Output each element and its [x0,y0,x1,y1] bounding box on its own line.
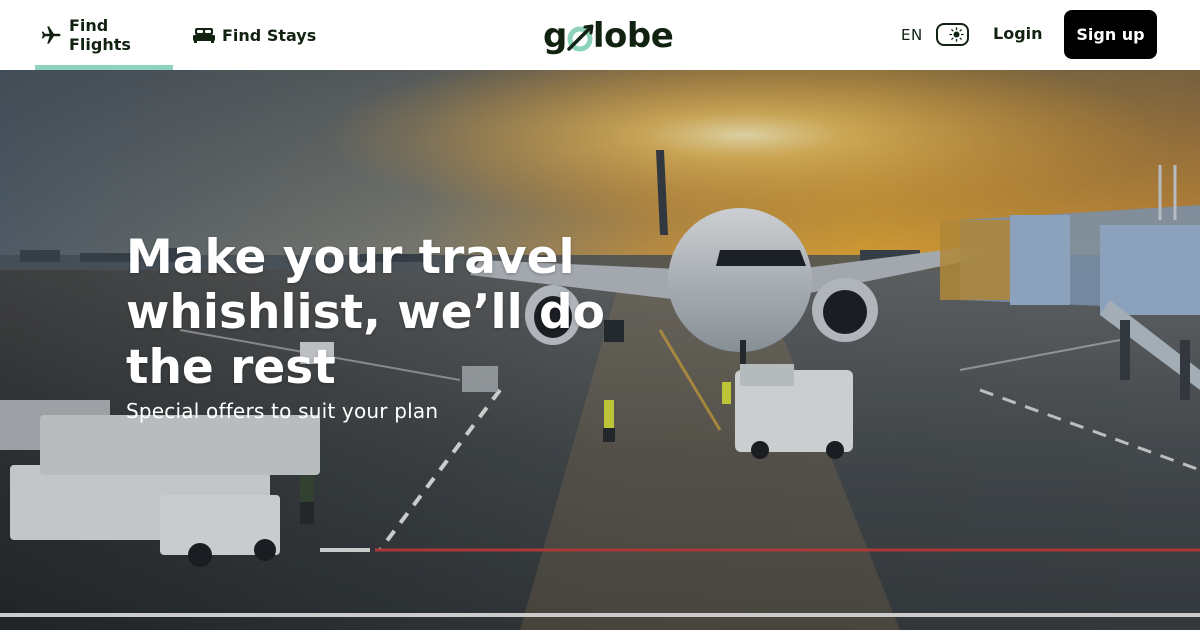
tab-find-flights[interactable]: Find Flights [35,0,173,70]
tab-find-stays-label: Find Stays [222,25,317,45]
signup-button[interactable]: Sign up [1064,10,1157,59]
login-link[interactable]: Login [993,24,1043,43]
language-selector[interactable]: EN [901,26,923,44]
tab-find-stays[interactable]: Find Stays [192,0,316,70]
hero-section: Make your travel whishlist, we’ll do the… [0,70,1200,630]
logo-text-left: g [543,16,567,56]
logo-text-right: lobe [592,16,674,56]
airplane-icon [39,23,63,47]
sun-icon [949,27,964,42]
bed-icon [192,23,216,47]
active-tab-indicator [35,65,173,70]
logo-mark-icon [565,19,595,53]
golobe-logo[interactable]: g lobe [543,14,674,58]
hero-subtitle: Special offers to suit your plan [126,399,439,423]
hero-title: Make your travel whishlist, we’ll do the… [126,230,605,395]
top-nav: Find Flights Find Stays g lobe EN Login … [0,0,1200,70]
tab-find-flights-label: Find Flights [69,16,131,54]
theme-toggle[interactable] [936,23,969,46]
